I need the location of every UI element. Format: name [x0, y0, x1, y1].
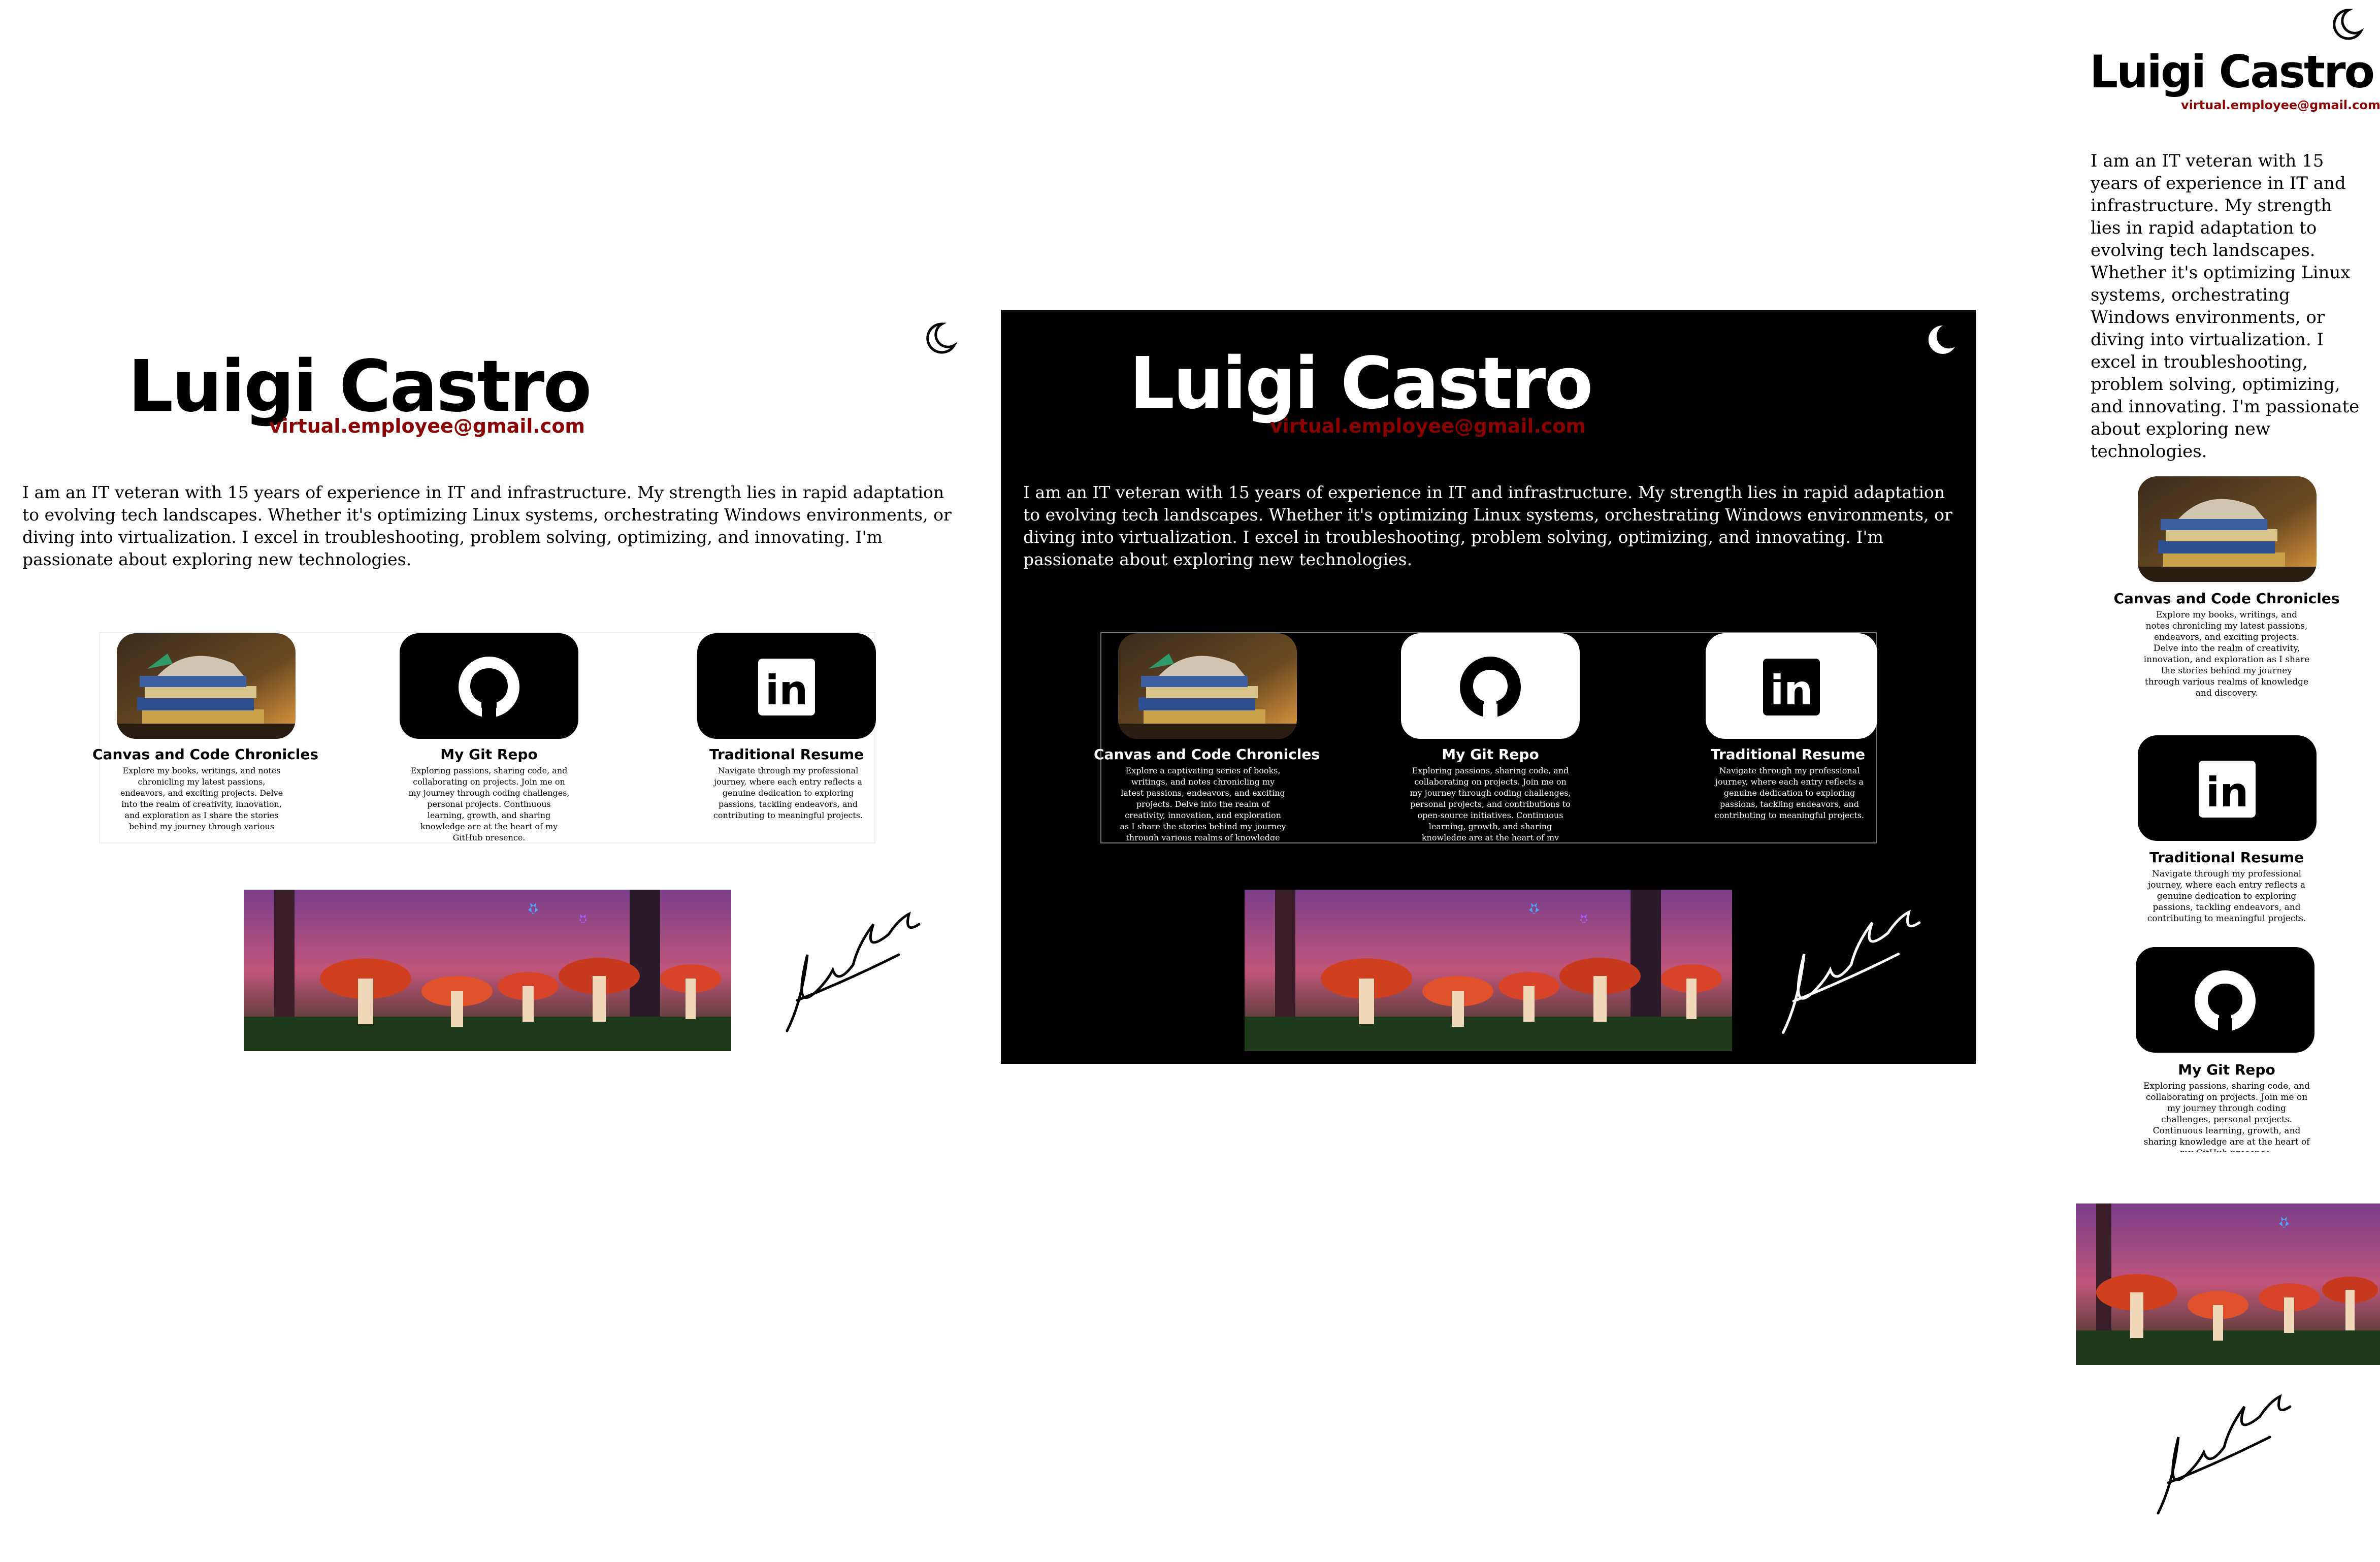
card-desc-chronicles: Explore a captivating series of books, w… [1120, 766, 1286, 840]
github-icon [459, 657, 519, 720]
card-desc-git: Exploring passions, sharing code, and co… [1410, 766, 1571, 840]
git-thumbnail[interactable] [1401, 633, 1580, 739]
card-title-git[interactable]: My Git Repo [2112, 1061, 2341, 1078]
bio-text: I am an IT veteran with 15 years of expe… [22, 482, 952, 569]
git-thumbnail[interactable] [400, 633, 578, 739]
linkedin-icon: in [1763, 659, 1820, 715]
signature-image [2157, 1394, 2292, 1515]
card-desc-resume: Navigate through my professional journey… [2147, 869, 2306, 924]
card-desc-chronicles: Explore my books, writings, and notes ch… [2143, 610, 2310, 698]
git-thumbnail[interactable] [2136, 947, 2314, 1053]
links-card-row: Canvas and Code Chronicles Explore a cap… [1094, 632, 1877, 843]
site-title: Luigi Castro [128, 345, 592, 428]
site-title: Luigi Castro [2090, 46, 2375, 98]
email-link[interactable]: virtual.employee@gmail.com [2181, 99, 2380, 111]
card-title-git[interactable]: My Git Repo [1389, 746, 1592, 763]
books-image [117, 633, 296, 739]
card-title-chronicles[interactable]: Canvas and Code Chronicles [1094, 746, 1320, 763]
signature-image [1782, 909, 1921, 1034]
forest-banner-image [244, 890, 731, 1051]
card-title-resume[interactable]: Traditional Resume [1686, 746, 1889, 763]
moon-icon[interactable] [1922, 322, 1958, 358]
moon-icon[interactable] [922, 321, 957, 356]
site-title: Luigi Castro [1129, 342, 1593, 425]
books-image [1118, 633, 1297, 739]
books-image [2138, 476, 2317, 582]
mobile-preview: Luigi Castro virtual.employee@gmail.com … [2062, 0, 2380, 1562]
card-desc-resume: Navigate through my professional journey… [713, 766, 863, 820]
light-theme-preview: Luigi Castro virtual.employee@gmail.com … [0, 295, 995, 1082]
resume-thumbnail[interactable]: in [1706, 633, 1877, 739]
bio-text: I am an IT veteran with 15 years of expe… [1023, 482, 1952, 569]
email-link[interactable]: virtual.employee@gmail.com [269, 416, 585, 436]
linkedin-icon: in [758, 659, 815, 715]
dark-theme-preview: Luigi Castro virtual.employee@gmail.com … [1001, 310, 1976, 1064]
card-desc-resume: Navigate through my professional journey… [1714, 766, 1865, 820]
svg-text:in: in [1770, 667, 1813, 714]
forest-banner-image [1245, 890, 1732, 1051]
books-thumbnail[interactable] [117, 633, 296, 739]
books-thumbnail[interactable] [2138, 476, 2317, 582]
links-card-row: Canvas and Code Chronicles Explore my bo… [92, 632, 876, 843]
svg-text:in: in [2206, 769, 2248, 816]
card-title-resume[interactable]: Traditional Resume [685, 746, 888, 763]
card-title-resume[interactable]: Traditional Resume [2112, 849, 2341, 866]
forest-banner-image [2076, 1203, 2380, 1365]
books-thumbnail[interactable] [1118, 633, 1297, 739]
card-title-chronicles[interactable]: Canvas and Code Chronicles [92, 746, 318, 763]
card-title-git[interactable]: My Git Repo [387, 746, 591, 763]
linkedin-icon: in [2199, 761, 2256, 818]
card-desc-git: Exploring passions, sharing code, and co… [2143, 1081, 2310, 1152]
card-desc-git: Exploring passions, sharing code, and co… [408, 766, 570, 840]
email-link[interactable]: virtual.employee@gmail.com [1270, 416, 1586, 436]
signature-image [786, 912, 921, 1032]
resume-thumbnail[interactable]: in [697, 633, 876, 739]
resume-thumbnail[interactable]: in [2138, 735, 2317, 841]
bio-text: I am an IT veteran with 15 years of expe… [2091, 151, 2360, 462]
svg-text:in: in [765, 667, 808, 714]
github-icon [1460, 657, 1521, 720]
card-desc-chronicles: Explore my books, writings, and notes ch… [120, 766, 283, 831]
github-icon [2195, 970, 2256, 1033]
card-title-chronicles[interactable]: Canvas and Code Chronicles [2112, 590, 2341, 607]
moon-icon[interactable] [2328, 7, 2364, 43]
